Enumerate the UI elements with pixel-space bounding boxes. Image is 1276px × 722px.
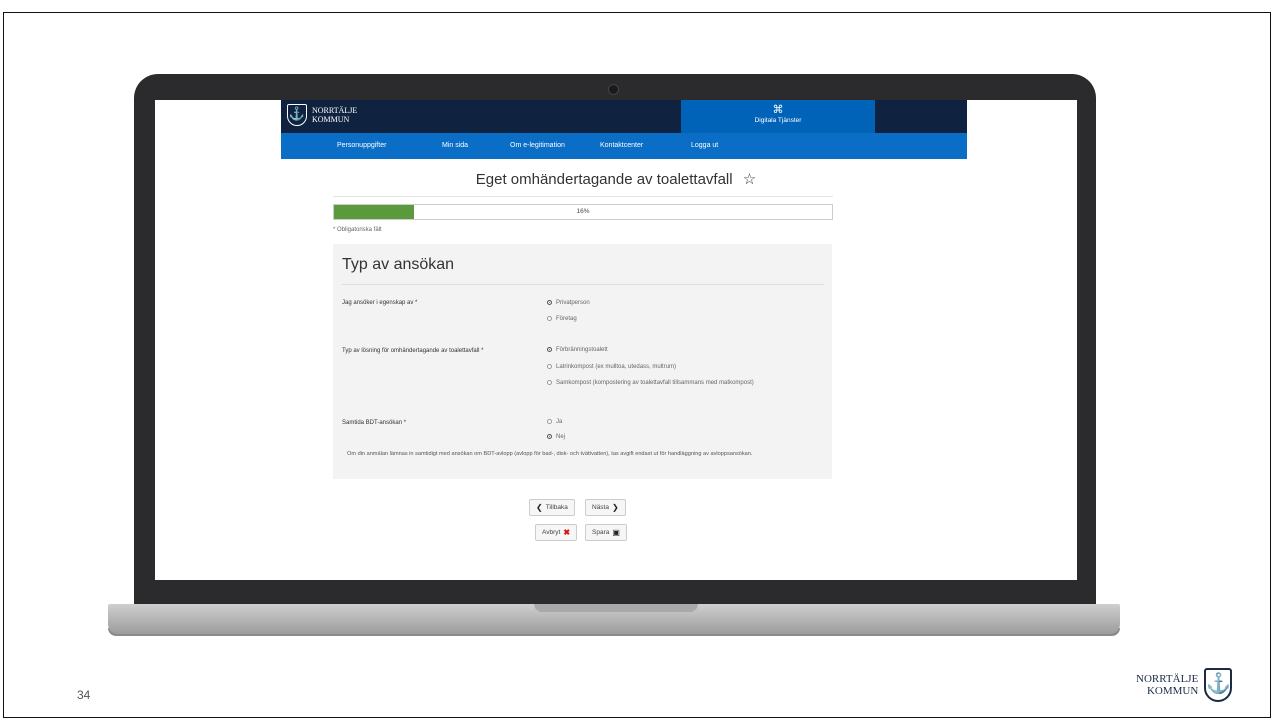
nav-item-logga-ut[interactable]: Logga ut — [691, 133, 718, 159]
radio-privatperson[interactable]: Privatperson — [547, 299, 590, 307]
chevron-left-icon: ❮ — [536, 503, 543, 512]
radio-label: Samkompost (kompostering av toalettavfal… — [556, 380, 754, 386]
slide-page-number: 34 — [77, 688, 91, 702]
radio-ja[interactable]: Ja — [547, 418, 562, 426]
section-divider — [342, 284, 824, 285]
nav-item-kontaktcenter[interactable]: Kontaktcenter — [600, 133, 643, 159]
required-note: * Obligatoriska fält — [333, 227, 382, 233]
radio-label: Nej — [556, 434, 566, 440]
form-panel: Typ av ansökan Jag ansöker i egenskap av… — [333, 244, 832, 479]
nav-item-personuppgifter[interactable]: Personuppgifter — [337, 133, 386, 159]
close-icon: ✖ — [563, 528, 571, 537]
section-title: Typ av ansökan — [342, 256, 455, 273]
radio-nej[interactable]: Nej — [547, 433, 565, 441]
radio-label: Privatperson — [556, 300, 590, 306]
site-logo[interactable]: ⚓ NORRTÄLJE KOMMUN — [287, 104, 357, 126]
corner-logo-text: NORRTÄLJE KOMMUN — [1136, 673, 1198, 697]
radio-latrinkompost[interactable]: Latrinkompost (ex mulltoa, utedass, mult… — [547, 363, 676, 371]
nav-item-om-e-legitimation[interactable]: Om e-legitimation — [510, 133, 565, 159]
back-button[interactable]: ❮ Tillbaka — [529, 499, 575, 516]
nav-item-min-sida[interactable]: Min sida — [442, 133, 468, 159]
star-outline-icon[interactable]: ☆ — [743, 171, 756, 188]
page-title: Eget omhändertagande av toalettavfall ☆ — [155, 170, 1077, 188]
field-label-solution-type: Typ av lösning för omhändertagande av to… — [342, 348, 484, 354]
laptop-hinge-notch — [534, 604, 698, 612]
page-title-text: Eget omhändertagande av toalettavfall — [475, 171, 733, 188]
radio-dot-selected — [547, 300, 552, 305]
radio-label: Företag — [556, 316, 577, 322]
cancel-button[interactable]: Avbryt ✖ — [535, 524, 578, 541]
digital-services-label: Digitala Tjänster — [754, 117, 802, 124]
save-button-label: Spara — [592, 529, 610, 536]
next-button[interactable]: Nästa ❯ — [585, 499, 626, 516]
floppy-disk-icon: ▣ — [612, 528, 620, 537]
site-logo-text: NORRTÄLJE KOMMUN — [312, 106, 357, 124]
radio-samkompost[interactable]: Samkompost (kompostering av toalettavfal… — [547, 379, 787, 387]
radio-dot — [547, 316, 552, 321]
puzzle-icon: ⌘ — [772, 104, 784, 116]
title-divider — [333, 196, 833, 197]
chevron-right-icon: ❯ — [611, 503, 619, 512]
bdt-info-text: Om din anmälan lämnas in samtidigt med a… — [347, 451, 753, 457]
radio-forbranningstoalett[interactable]: Förbränningstoalett — [547, 346, 608, 354]
anchor-shield-icon: ⚓ — [1204, 668, 1233, 702]
radio-label: Ja — [556, 419, 563, 425]
back-button-label: Tillbaka — [545, 504, 568, 511]
radio-dot — [547, 364, 552, 369]
digital-services-button[interactable]: ⌘ Digitala Tjänster — [681, 100, 875, 133]
logo-line2: KOMMUN — [312, 115, 350, 124]
progress-bar: 16% — [333, 204, 833, 220]
radio-label: Latrinkompost (ex mulltoa, utedass, mult… — [556, 364, 677, 370]
save-button[interactable]: Spara ▣ — [585, 524, 627, 541]
field-label-applicant-type: Jag ansöker i egenskap av * — [342, 300, 418, 306]
corner-logo-line1: NORRTÄLJE — [1136, 673, 1199, 685]
radio-label: Förbränningstoalett — [556, 347, 608, 353]
radio-dot-selected — [547, 434, 552, 439]
corner-logo: NORRTÄLJE KOMMUN ⚓ — [1136, 668, 1233, 702]
site-header: ⚓ NORRTÄLJE KOMMUN ⌘ Digitala Tjänster — [281, 100, 967, 133]
corner-logo-line2: KOMMUN — [1146, 685, 1199, 697]
radio-dot — [547, 380, 552, 385]
logo-line1: NORRTÄLJE — [312, 106, 358, 115]
radio-foretag[interactable]: Företag — [547, 315, 577, 323]
laptop-screen: ⚓ NORRTÄLJE KOMMUN ⌘ Digitala Tjänster P… — [155, 100, 1077, 580]
radio-dot-selected — [547, 347, 552, 352]
camera-icon — [608, 84, 619, 95]
field-label-bdt-application: Samtida BDT-ansökan * — [342, 420, 407, 426]
anchor-shield-icon: ⚓ — [287, 104, 307, 126]
radio-dot — [547, 419, 552, 424]
next-button-label: Nästa — [592, 504, 609, 511]
progress-label: 16% — [576, 208, 590, 215]
main-nav: Personuppgifter Min sida Om e-legitimati… — [281, 133, 967, 159]
cancel-button-label: Avbryt — [542, 529, 561, 536]
